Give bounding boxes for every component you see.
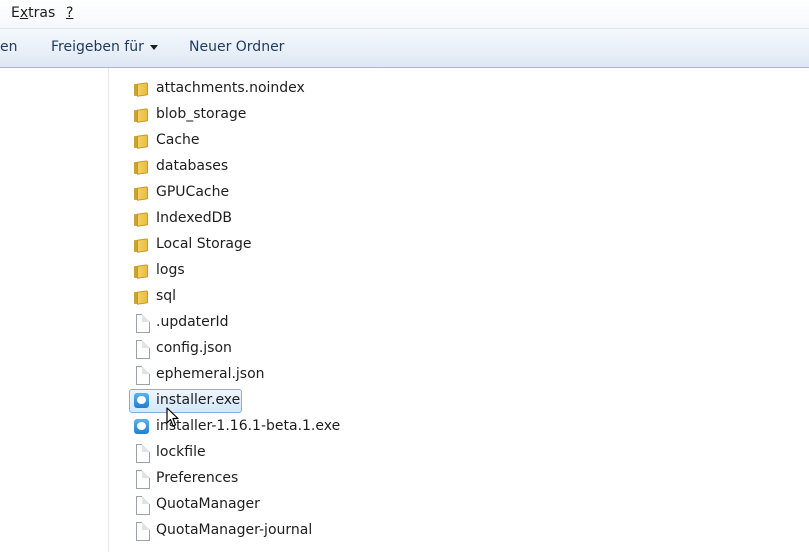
file-item[interactable]: config.json xyxy=(129,337,729,361)
menu-extras[interactable]: Extras xyxy=(11,5,55,21)
folder-icon xyxy=(133,158,151,176)
menu-help[interactable]: ? xyxy=(66,5,73,21)
navigation-pane[interactable] xyxy=(0,68,109,552)
folder-icon xyxy=(133,262,151,280)
file-item[interactable]: QuotaManager-journal xyxy=(129,519,729,543)
file-item[interactable]: lockfile xyxy=(129,441,729,465)
folder-item[interactable]: sql xyxy=(129,285,729,309)
file-icon xyxy=(133,470,151,489)
file-icon xyxy=(133,444,151,463)
file-name: .updaterId xyxy=(156,314,229,330)
folder-icon xyxy=(133,80,151,98)
file-name: blob_storage xyxy=(156,106,247,122)
menu-bar: Extras ? xyxy=(0,0,809,29)
dropdown-arrow-icon xyxy=(149,44,158,50)
file-item[interactable]: installer.exe xyxy=(129,389,729,413)
file-name: ephemeral.json xyxy=(156,366,265,382)
file-name: config.json xyxy=(156,340,232,356)
file-list: attachments.noindex blob_storage Cache data… xyxy=(109,68,809,552)
command-toolbar: en Freigeben für Neuer Ordner xyxy=(0,29,809,68)
file-name: Cache xyxy=(156,132,200,148)
file-name: lockfile xyxy=(156,444,206,460)
file-name: Local Storage xyxy=(156,236,252,252)
folder-item[interactable]: logs xyxy=(129,259,729,283)
share-with-label: Freigeben für xyxy=(51,39,144,55)
folder-item[interactable]: databases xyxy=(129,155,729,179)
file-item[interactable]: QuotaManager xyxy=(129,493,729,517)
folder-item[interactable]: blob_storage xyxy=(129,103,729,127)
folder-item[interactable]: attachments.noindex xyxy=(129,77,729,101)
folder-item[interactable]: IndexedDB xyxy=(129,207,729,231)
file-item[interactable]: installer-1.16.1-beta.1.exe xyxy=(129,415,729,439)
toolbar-partial-button[interactable]: en xyxy=(0,39,18,55)
file-name: logs xyxy=(156,262,185,278)
file-icon xyxy=(133,314,151,333)
file-item[interactable]: .updaterId xyxy=(129,311,729,335)
file-name: installer.exe xyxy=(156,392,241,408)
folder-icon xyxy=(133,184,151,202)
file-item[interactable]: Preferences xyxy=(129,467,729,491)
file-name: databases xyxy=(156,158,229,174)
application-icon xyxy=(133,418,151,436)
folder-icon xyxy=(133,132,151,150)
folder-icon xyxy=(133,288,151,306)
file-name: sql xyxy=(156,288,177,304)
folder-icon xyxy=(133,210,151,228)
application-icon xyxy=(133,392,151,410)
file-icon xyxy=(133,496,151,515)
file-name: QuotaManager-journal xyxy=(156,522,313,538)
folder-item[interactable]: GPUCache xyxy=(129,181,729,205)
file-icon xyxy=(133,522,151,541)
mouse-cursor-icon xyxy=(166,407,179,427)
file-item[interactable]: ephemeral.json xyxy=(129,363,729,387)
file-name: attachments.noindex xyxy=(156,80,305,96)
file-name: installer-1.16.1-beta.1.exe xyxy=(156,418,341,434)
file-icon xyxy=(133,340,151,359)
file-name: GPUCache xyxy=(156,184,230,200)
file-name: QuotaManager xyxy=(156,496,260,512)
folder-icon xyxy=(133,106,151,124)
file-icon xyxy=(133,366,151,385)
folder-icon xyxy=(133,236,151,254)
file-name: Preferences xyxy=(156,470,239,486)
new-folder-button[interactable]: Neuer Ordner xyxy=(189,39,284,55)
folder-item[interactable]: Local Storage xyxy=(129,233,729,257)
file-name: IndexedDB xyxy=(156,210,232,226)
folder-item[interactable]: Cache xyxy=(129,129,729,153)
share-with-button[interactable]: Freigeben für xyxy=(51,39,158,55)
